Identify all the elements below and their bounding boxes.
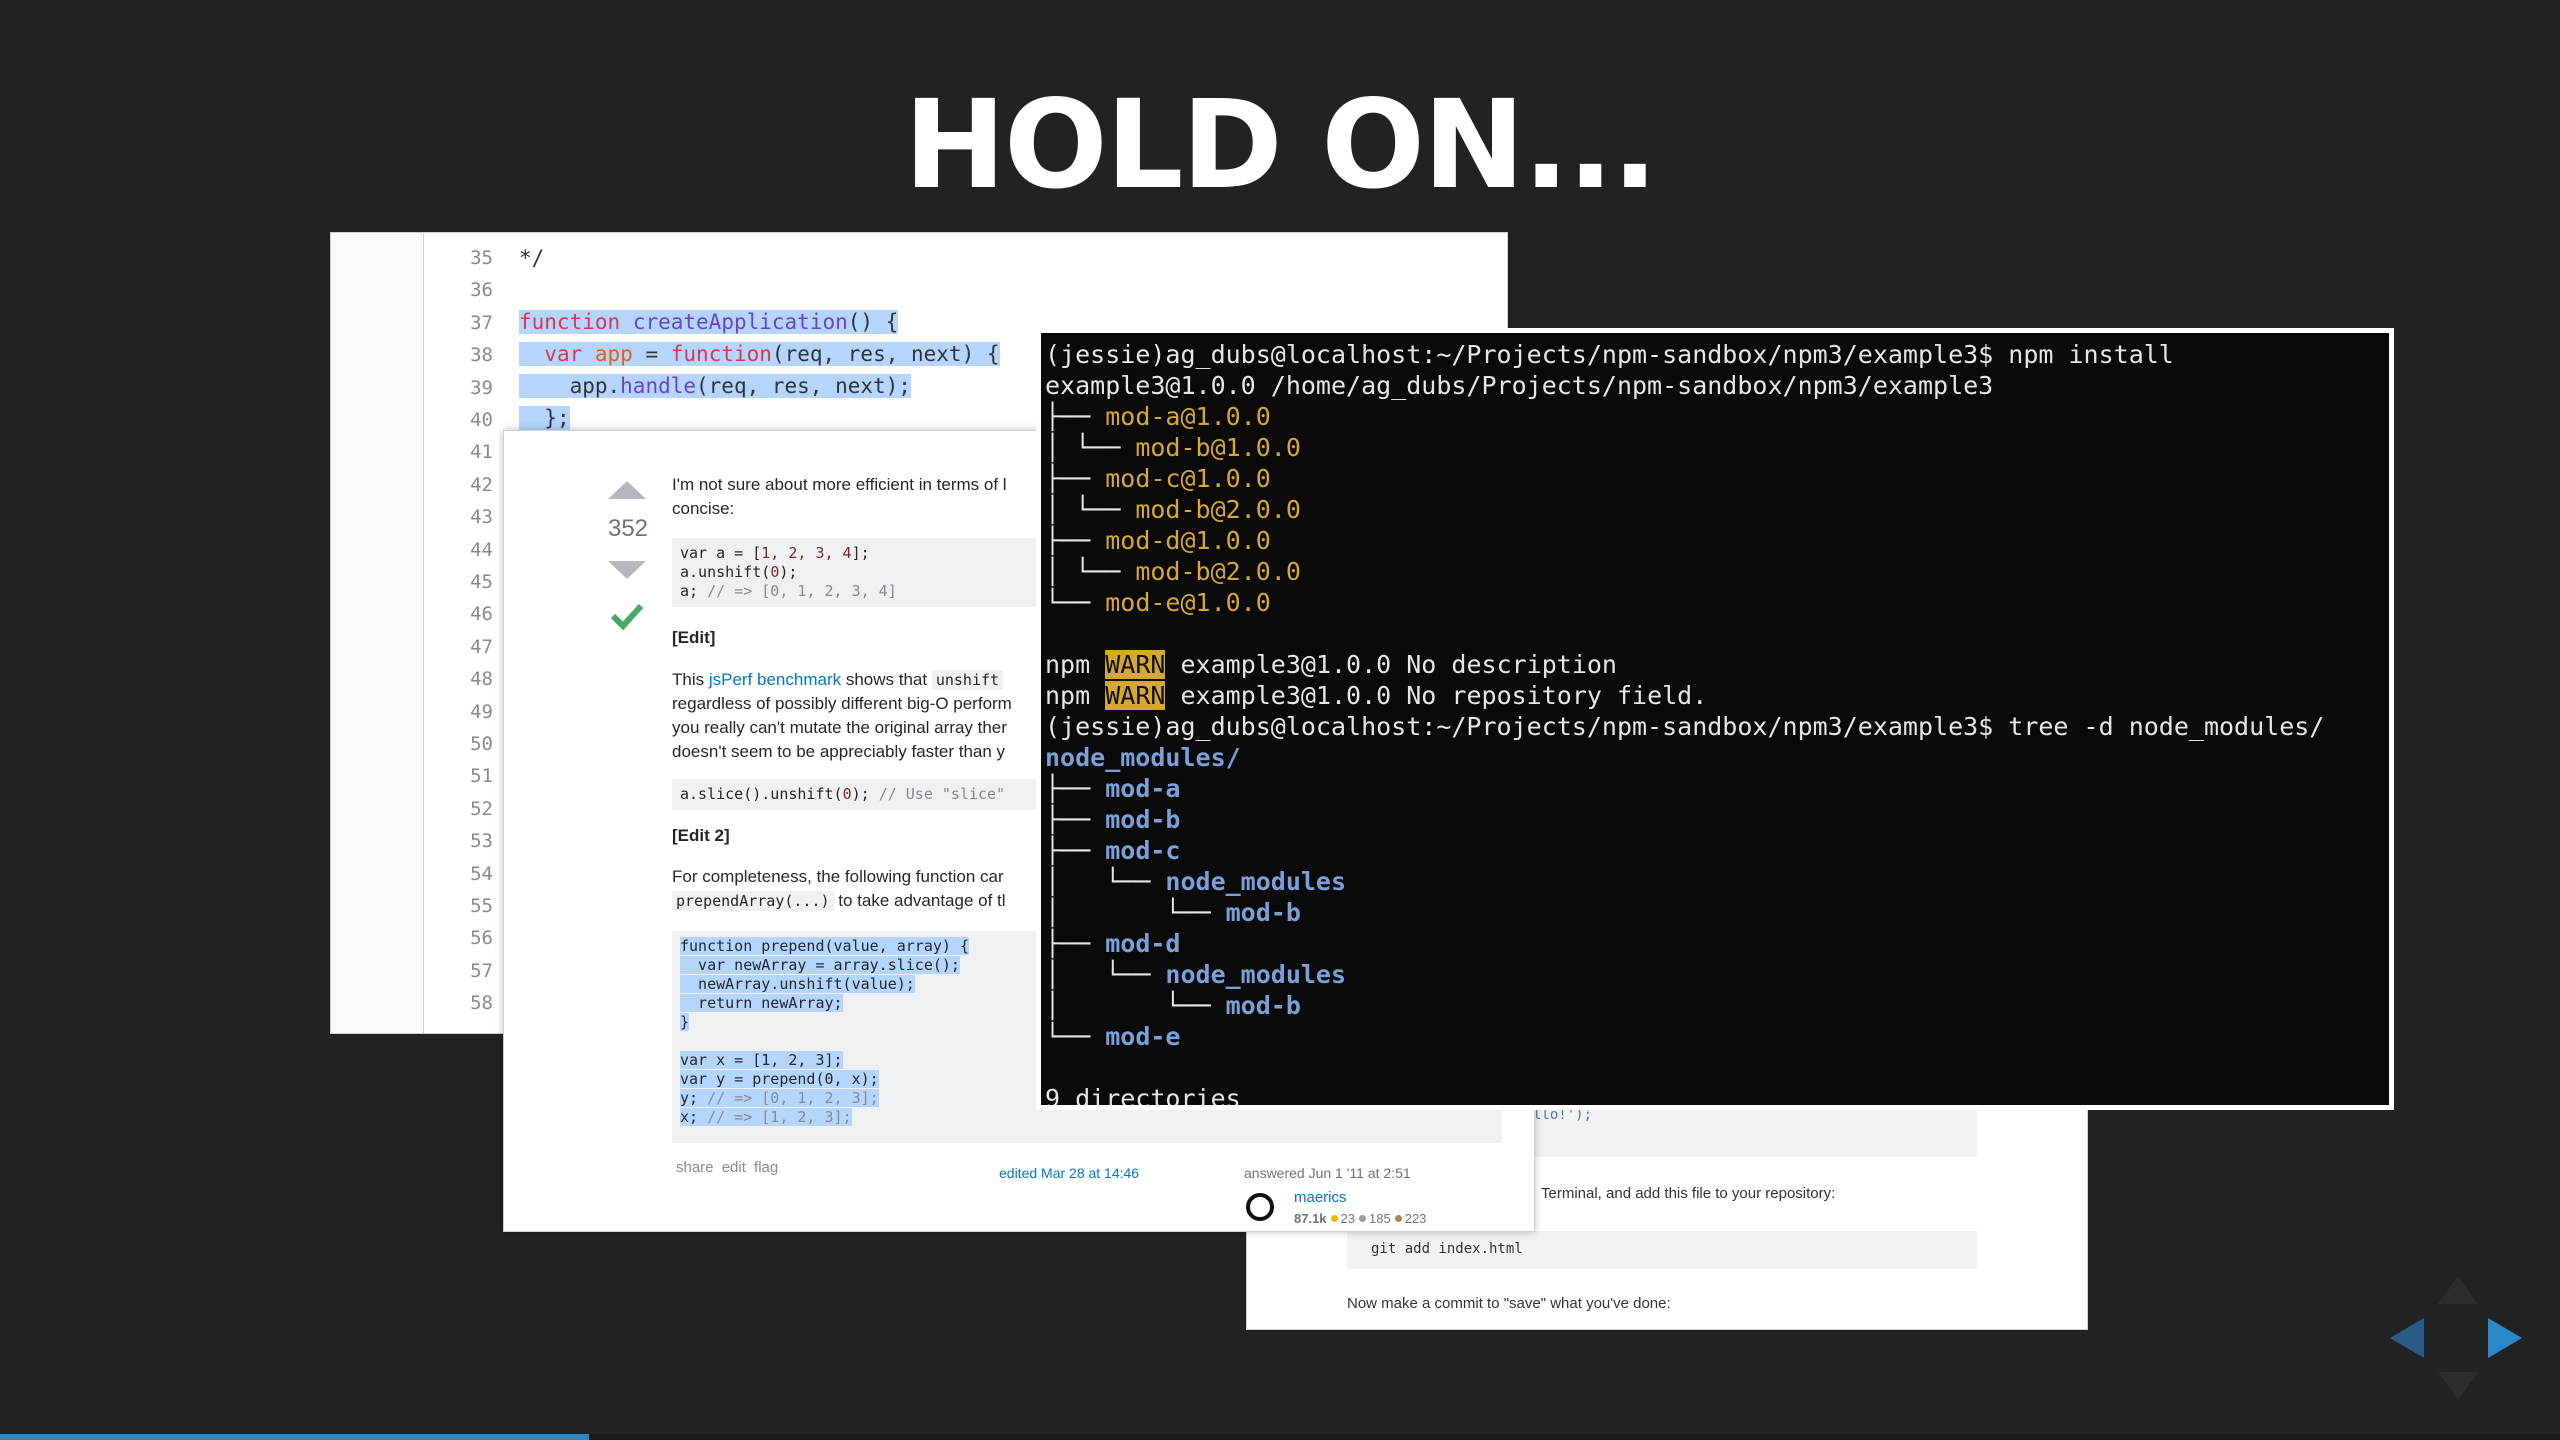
line-number: 52 — [470, 797, 493, 820]
editor-gutter — [331, 233, 424, 1033]
slide-progress-track — [0, 1434, 2560, 1440]
line-number: 36 — [470, 279, 493, 302]
code-line-38: var app = function(req, res, next) { — [519, 342, 1000, 366]
line-number: 50 — [470, 733, 493, 755]
line-number: 56 — [470, 927, 493, 950]
line-number: 53 — [470, 830, 493, 853]
edit-heading: [Edit] — [672, 628, 716, 647]
edit2-heading: [Edit 2] — [672, 826, 730, 845]
line-number: 45 — [470, 571, 493, 593]
edit2-paragraph: For completeness, the following function… — [672, 867, 1006, 911]
code-line-37: function createApplication() { — [519, 310, 899, 334]
nav-right-arrow-icon[interactable] — [2488, 1318, 2522, 1358]
line-number: 48 — [470, 668, 493, 691]
line-number: 35 — [470, 247, 493, 269]
line-number: 43 — [470, 506, 493, 529]
accepted-checkmark-icon — [610, 603, 644, 631]
line-number: 58 — [470, 992, 493, 1015]
terminal-output: (jessie)ag_dubs@localhost:~/Projects/npm… — [1045, 340, 2325, 1110]
tutorial-text-commit: Now make a commit to "save" what you've … — [1347, 1295, 1671, 1312]
line-number: 42 — [470, 473, 493, 496]
line-number: 49 — [470, 700, 493, 723]
line-number: 40 — [470, 409, 493, 431]
upvote-arrow-icon[interactable] — [608, 481, 646, 499]
vote-count: 352 — [607, 515, 649, 542]
line-number: 46 — [470, 603, 493, 626]
line-number: 57 — [470, 959, 493, 982]
terminal-window: (jessie)ag_dubs@localhost:~/Projects/npm… — [1036, 328, 2394, 1110]
jsperf-link[interactable]: jsPerf benchmark — [709, 670, 841, 689]
nav-up-arrow-icon[interactable] — [2438, 1276, 2478, 1304]
code-line-35: */ — [519, 246, 545, 270]
post-menu[interactable]: share edit flag — [676, 1159, 778, 1176]
code-line: x; // => [1, 2, 3]; — [680, 1108, 852, 1126]
user-reputation: 87.1k 23 185 223 — [1294, 1211, 1427, 1226]
line-number: 51 — [470, 765, 493, 788]
code-line-39: app.handle(req, res, next); — [519, 374, 911, 398]
line-number: 41 — [470, 441, 493, 464]
line-number: 54 — [470, 862, 493, 885]
slide-title: HOLD ON... — [903, 74, 1658, 216]
username-link[interactable]: maerics — [1294, 1189, 1347, 1206]
nav-left-arrow-icon[interactable] — [2390, 1318, 2424, 1358]
answer-intro: I'm not sure about more efficient in ter… — [672, 475, 1007, 518]
edited-timestamp-link[interactable]: edited Mar 28 at 14:46 — [999, 1165, 1139, 1181]
line-number: 47 — [470, 635, 493, 658]
line-number: 55 — [470, 895, 493, 917]
edit-paragraph: This jsPerf benchmark shows that unshift… — [672, 670, 1012, 761]
slide-progress-bar — [0, 1434, 589, 1440]
answered-timestamp: answered Jun 1 '11 at 2:51 — [1244, 1165, 1411, 1181]
nav-down-arrow-icon[interactable] — [2438, 1372, 2478, 1400]
line-number: 38 — [470, 344, 493, 367]
downvote-arrow-icon[interactable] — [608, 561, 646, 579]
tutorial-text: Terminal, and add this file to your repo… — [1541, 1185, 1836, 1202]
user-avatar[interactable] — [1246, 1193, 1274, 1221]
line-number: 39 — [470, 376, 493, 399]
line-number: 37 — [470, 311, 493, 334]
line-number: 44 — [470, 538, 493, 561]
code-line-40: }; — [519, 406, 570, 430]
tutorial-code-git-add: git add index.html — [1347, 1231, 1977, 1269]
